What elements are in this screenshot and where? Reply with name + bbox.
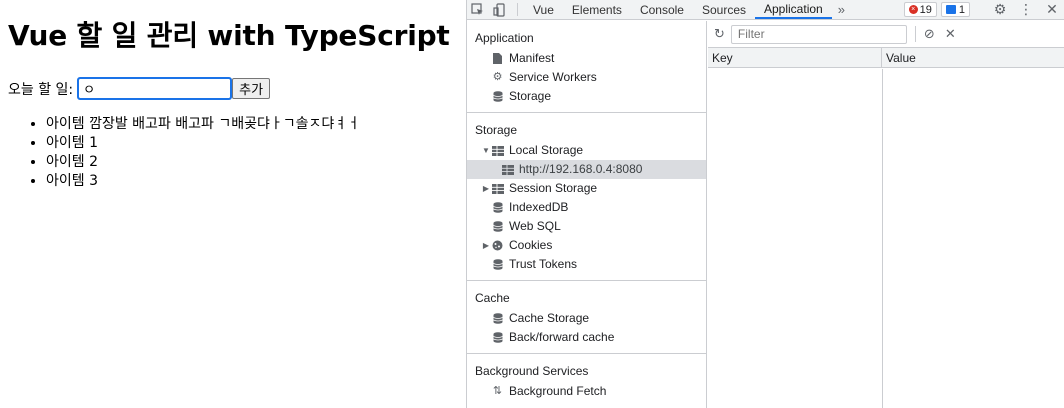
sidebar-section-cache: Cache Cache Storage Back/forward cache — [467, 281, 706, 354]
sidebar-item-label: Local Storage — [509, 143, 584, 157]
cookie-icon — [491, 240, 504, 252]
device-toolbar-icon[interactable] — [489, 0, 511, 19]
todo-list: 아이템 깜장발 배고파 배고파 ㄱ배곶댜ㅏㄱ솔ㅈ댜ㅕㅓ 아이템 1 아이템 2 … — [28, 115, 360, 191]
clear-all-icon[interactable]: ⊘ — [924, 26, 935, 42]
sidebar-item-indexeddb[interactable]: IndexedDB — [467, 198, 706, 217]
sidebar-item-manifest[interactable]: Manifest — [467, 49, 706, 68]
todo-input[interactable] — [77, 77, 233, 100]
expand-down-icon[interactable]: ▼ — [481, 141, 491, 160]
toolbar-divider — [914, 26, 916, 42]
sidebar-item-local-storage-origin[interactable]: http://192.168.0.4:8080 — [467, 160, 706, 179]
tab-vue[interactable]: Vue — [524, 0, 563, 19]
todo-input-label: 오늘 할 일: — [8, 81, 74, 98]
devtools-panel: Vue Elements Console Sources Application… — [466, 0, 1064, 408]
todo-item: 아이템 2 — [46, 153, 360, 172]
todo-item: 아이템 1 — [46, 134, 360, 153]
sidebar-item-label: Cache Storage — [509, 311, 590, 325]
toolbar-divider — [517, 3, 518, 16]
database-icon — [491, 202, 504, 214]
toolbar-right: × 19 1 ⚙ ⋮ ✕ — [903, 0, 1064, 19]
database-icon — [491, 332, 504, 344]
sidebar-item-service-workers[interactable]: ⚙ Service Workers — [467, 68, 706, 87]
todo-item: 아이템 3 — [46, 172, 360, 191]
sidebar-item-label: Session Storage — [509, 181, 598, 195]
sidebar-item-local-storage[interactable]: ▼ Local Storage — [467, 141, 706, 160]
sidebar-item-label: Back/forward cache — [509, 330, 615, 344]
inspect-element-icon[interactable] — [467, 0, 489, 19]
sidebar-section-application: Application Manifest ⚙ Service Workers S… — [467, 21, 706, 113]
tab-application[interactable]: Application — [755, 0, 832, 19]
error-count: 19 — [919, 3, 932, 16]
message-icon — [945, 5, 956, 14]
table-header: Key Value — [708, 48, 1064, 68]
table-grid-icon — [491, 145, 504, 157]
up-down-arrows-icon: ⇅ — [492, 385, 503, 397]
sidebar-item-websql[interactable]: Web SQL — [467, 217, 706, 236]
column-header-value[interactable]: Value — [882, 48, 1064, 67]
column-header-key[interactable]: Key — [708, 48, 882, 67]
sidebar-item-label: Web SQL — [509, 219, 561, 233]
error-count-badge[interactable]: × 19 — [903, 2, 937, 17]
more-options-icon[interactable]: ⋮ — [1013, 1, 1039, 18]
devtools-tabbar: Vue Elements Console Sources Application… — [467, 0, 1064, 20]
expand-right-icon[interactable]: ▶ — [481, 236, 491, 255]
web-page: Vue 할 일 관리 with TypeScript 오늘 할 일: 추가 아이… — [0, 0, 466, 408]
more-tabs-icon[interactable]: » — [832, 0, 851, 19]
column-divider — [882, 69, 883, 408]
filter-input[interactable] — [730, 24, 907, 44]
tab-sources[interactable]: Sources — [693, 0, 755, 19]
application-sidebar: Application Manifest ⚙ Service Workers S… — [467, 21, 707, 408]
delete-selected-icon[interactable]: ✕ — [945, 26, 956, 42]
error-icon: × — [908, 5, 918, 14]
add-button[interactable]: 추가 — [232, 78, 271, 99]
sidebar-item-label: Storage — [509, 89, 552, 103]
sidebar-item-trust-tokens[interactable]: Trust Tokens — [467, 255, 706, 274]
database-icon — [491, 259, 504, 271]
page-title: Vue 할 일 관리 with TypeScript — [8, 19, 450, 52]
sidebar-item-label: IndexedDB — [509, 200, 569, 214]
sidebar-item-label: Background Fetch — [509, 384, 607, 398]
message-count: 1 — [958, 3, 965, 16]
database-icon — [491, 313, 504, 325]
section-title: Cache — [475, 291, 510, 305]
sidebar-item-label: Manifest — [509, 51, 555, 65]
section-title: Storage — [475, 123, 518, 137]
tab-elements[interactable]: Elements — [563, 0, 631, 19]
message-count-badge[interactable]: 1 — [940, 2, 970, 17]
table-grid-icon — [501, 164, 514, 176]
sidebar-section-background-services: Background Services ⇅ Background Fetch — [467, 354, 706, 407]
sidebar-item-back-forward-cache[interactable]: Back/forward cache — [467, 328, 706, 347]
settings-gear-icon[interactable]: ⚙ — [987, 1, 1013, 18]
sidebar-item-storage[interactable]: Storage — [467, 87, 706, 106]
storage-viewer: ↻ ⊘ ✕ Key Value — [708, 21, 1064, 408]
sidebar-item-cookies[interactable]: ▶ Cookies — [467, 236, 706, 255]
sidebar-item-cache-storage[interactable]: Cache Storage — [467, 309, 706, 328]
sidebar-section-storage: Storage ▼ Local Storage http://192.168.0… — [467, 113, 706, 281]
sidebar-item-label: Cookies — [509, 238, 553, 252]
todo-item: 아이템 깜장발 배고파 배고파 ㄱ배곶댜ㅏㄱ솔ㅈ댜ㅕㅓ — [46, 115, 360, 134]
refresh-icon[interactable]: ↻ — [714, 26, 725, 42]
sidebar-item-label: Trust Tokens — [509, 257, 578, 271]
document-icon — [491, 53, 504, 65]
sidebar-item-label: http://192.168.0.4:8080 — [519, 162, 643, 176]
table-grid-icon — [491, 183, 504, 195]
sidebar-item-label: Service Workers — [509, 70, 597, 84]
sidebar-item-background-fetch[interactable]: ⇅ Background Fetch — [467, 382, 706, 401]
expand-right-icon[interactable]: ▶ — [481, 179, 491, 198]
gear-icon: ⚙ — [492, 71, 503, 83]
close-icon[interactable]: ✕ — [1039, 1, 1064, 18]
tab-console[interactable]: Console — [631, 0, 693, 19]
section-title: Background Services — [475, 364, 589, 378]
sidebar-item-session-storage[interactable]: ▶ Session Storage — [467, 179, 706, 198]
database-icon — [491, 91, 504, 103]
database-icon — [491, 221, 504, 233]
storage-table-body[interactable] — [708, 69, 1064, 408]
todo-input-row: 오늘 할 일: 추가 — [8, 77, 271, 100]
section-title: Application — [475, 31, 534, 45]
filter-toolbar: ↻ ⊘ ✕ — [708, 21, 1064, 48]
